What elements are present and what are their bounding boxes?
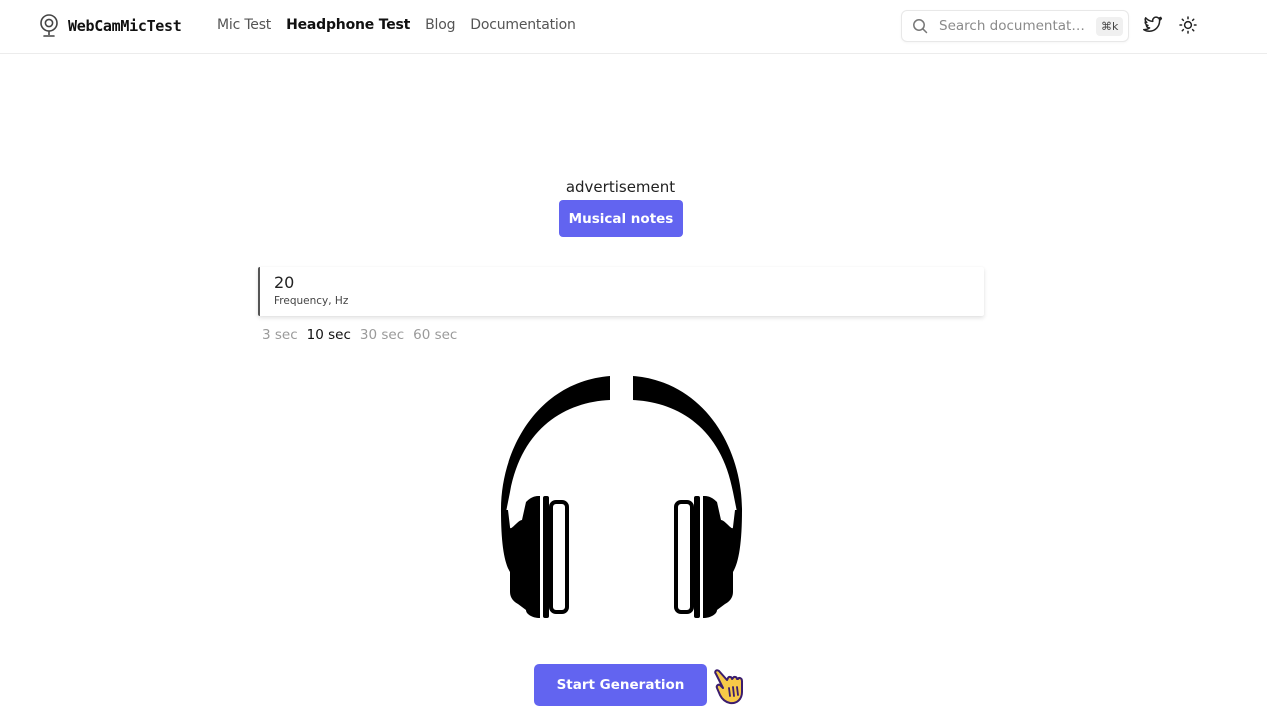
frequency-input[interactable]: 20 Frequency, Hz bbox=[258, 267, 984, 316]
frequency-label: Frequency, Hz bbox=[274, 295, 349, 307]
start-generation-button[interactable]: Start Generation bbox=[534, 664, 707, 706]
twitter-link[interactable] bbox=[1143, 15, 1163, 35]
sun-icon bbox=[1179, 16, 1197, 34]
search-input[interactable]: Search documentati… ⌘k bbox=[901, 10, 1129, 42]
twitter-icon bbox=[1143, 16, 1163, 32]
logo-link[interactable]: WebCamMicTest bbox=[38, 14, 182, 38]
nav-mic-test[interactable]: Mic Test bbox=[217, 17, 271, 33]
nav-documentation[interactable]: Documentation bbox=[470, 17, 576, 33]
musical-notes-button[interactable]: Musical notes bbox=[559, 200, 683, 237]
top-navbar: WebCamMicTest Mic Test Headphone Test Bl… bbox=[0, 0, 1267, 54]
main-nav: Mic Test Headphone Test Blog Documentati… bbox=[217, 17, 576, 33]
search-icon bbox=[913, 19, 928, 34]
pointing-hand-icon bbox=[714, 669, 743, 705]
duration-10-sec[interactable]: 10 sec bbox=[307, 327, 351, 343]
duration-3-sec[interactable]: 3 sec bbox=[262, 327, 298, 343]
duration-selector: 3 sec 10 sec 30 sec 60 sec bbox=[262, 327, 457, 343]
webcam-icon bbox=[40, 14, 58, 37]
frequency-value: 20 bbox=[274, 273, 295, 292]
search-placeholder: Search documentati… bbox=[939, 18, 1087, 34]
duration-60-sec[interactable]: 60 sec bbox=[413, 327, 457, 343]
advertisement-text: advertisement bbox=[565, 178, 676, 196]
nav-blog[interactable]: Blog bbox=[425, 17, 455, 33]
headphones-icon bbox=[500, 376, 743, 618]
search-shortcut: ⌘k bbox=[1096, 16, 1124, 36]
logo-text: WebCamMicTest bbox=[68, 17, 182, 35]
nav-headphone-test[interactable]: Headphone Test bbox=[286, 17, 410, 33]
advertisement-label: advertisement bbox=[0, 178, 1267, 196]
duration-30-sec[interactable]: 30 sec bbox=[360, 327, 404, 343]
theme-toggle[interactable] bbox=[1178, 15, 1198, 35]
